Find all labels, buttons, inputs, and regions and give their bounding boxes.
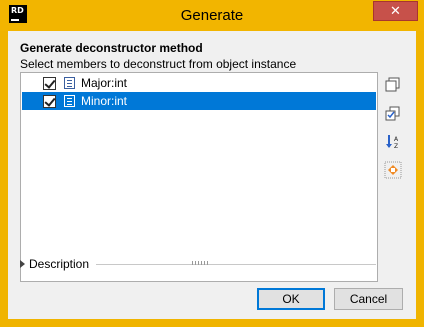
- member-checkbox[interactable]: [43, 77, 56, 90]
- close-button[interactable]: ✕: [373, 1, 418, 21]
- select-all-button[interactable]: [384, 76, 402, 94]
- svg-text:A: A: [394, 136, 399, 143]
- select-none-icon: [385, 106, 400, 121]
- member-label: Major:int: [81, 76, 128, 90]
- member-checkbox[interactable]: [43, 95, 56, 108]
- member-row-minor[interactable]: Minor:int: [22, 92, 376, 110]
- field-icon: [64, 77, 75, 89]
- select-none-button[interactable]: [384, 105, 402, 123]
- ok-button[interactable]: OK: [257, 288, 325, 310]
- svg-text:Z: Z: [394, 143, 398, 150]
- field-icon: [64, 95, 75, 107]
- description-resize-grip[interactable]: [192, 261, 208, 265]
- member-label: Minor:int: [81, 94, 128, 108]
- dialog-subheading: Select members to deconstruct from objec…: [20, 57, 297, 71]
- dialog-body: Generate deconstructor method Select mem…: [8, 31, 416, 319]
- generate-dialog-window: RD Generate ✕ Generate deconstructor met…: [0, 0, 424, 327]
- members-list[interactable]: Major:int Minor:int: [20, 72, 378, 282]
- select-all-icon: [385, 77, 400, 92]
- cancel-button[interactable]: Cancel: [334, 288, 403, 310]
- description-expand-icon[interactable]: [20, 260, 25, 268]
- sort-button[interactable]: A Z: [384, 133, 402, 151]
- dialog-heading: Generate deconstructor method: [20, 41, 203, 55]
- hierarchy-button[interactable]: [384, 161, 402, 179]
- description-toggle[interactable]: Description: [29, 257, 89, 271]
- description-divider: [96, 264, 376, 265]
- sort-alphabetically-icon: A Z: [386, 135, 399, 150]
- hierarchy-icon: [384, 161, 402, 179]
- window-title: Generate: [180, 7, 244, 24]
- title-bar[interactable]: RD Generate ✕: [0, 0, 424, 31]
- close-icon: ✕: [390, 3, 401, 18]
- member-row-major[interactable]: Major:int: [22, 74, 376, 92]
